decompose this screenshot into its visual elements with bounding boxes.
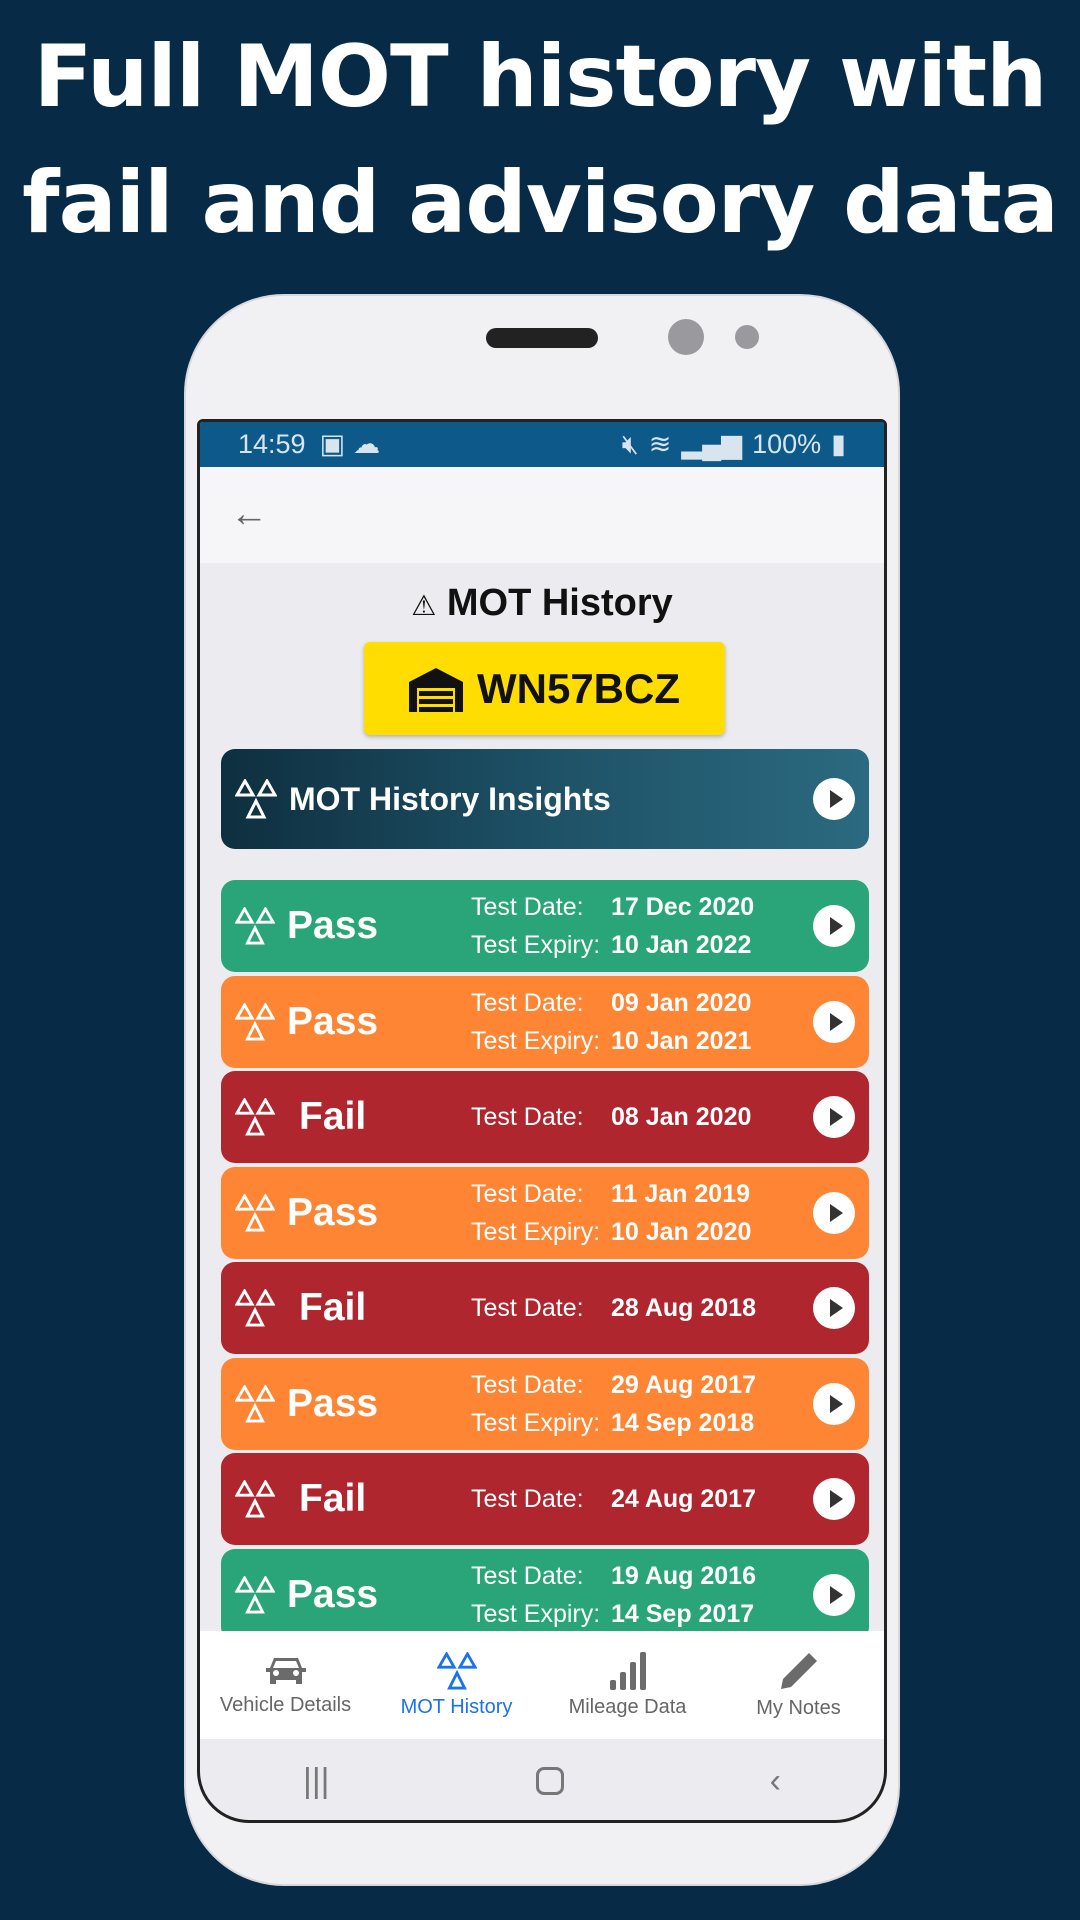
mot-triangles-icon	[235, 1575, 275, 1614]
mot-test-row[interactable]: Fail Test Date: 08 Jan 2020	[221, 1071, 869, 1163]
pencil-icon	[780, 1652, 817, 1689]
mot-triangles-icon	[235, 907, 275, 945]
test-date: 19 Aug 2016	[611, 1561, 756, 1590]
back-arrow-icon[interactable]: ←	[230, 493, 268, 536]
nav-mileage-data[interactable]: Mileage Data	[542, 1631, 713, 1739]
mot-triangles-icon	[235, 1384, 275, 1423]
system-back-icon[interactable]: ‹	[770, 1762, 781, 1801]
mot-triangles-icon	[235, 1098, 275, 1136]
headline-line-1: Full MOT history with	[33, 27, 1048, 127]
mute-icon: 🔇︎	[621, 428, 639, 459]
headline-line-2: fail and advisory data	[22, 153, 1059, 253]
test-result: Pass	[287, 1381, 379, 1425]
chevron-right-icon	[813, 1191, 855, 1234]
app-bar: ←	[200, 467, 884, 563]
app-screen: 14:59 ▣ ☁ 🔇︎ ≋ ▂▄▆ 100% ▮ ← ⚠ MOT History WN…	[197, 419, 887, 1823]
bottom-navigation: Vehicle Details MOT History Mileage Data…	[200, 1631, 884, 1739]
test-date: 11 Jan 2019	[611, 1179, 751, 1208]
test-date: 29 Aug 2017	[611, 1370, 756, 1399]
status-bar: 14:59 ▣ ☁ 🔇︎ ≋ ▂▄▆ 100% ▮	[200, 422, 884, 467]
test-result: Fail	[299, 1477, 367, 1520]
chevron-right-icon	[813, 1573, 855, 1616]
battery-level: 100%	[752, 429, 822, 459]
mot-test-row[interactable]: Pass Test Date: 09 Jan 2020 Test Expiry: 10 …	[221, 975, 869, 1068]
phone-speaker	[486, 328, 598, 348]
test-date: 08 Jan 2020	[611, 1103, 752, 1131]
test-result: Pass	[287, 1572, 379, 1616]
test-date: 17 Dec 2020	[611, 893, 755, 921]
mot-triangles-icon	[235, 1002, 275, 1041]
mot-triangles-icon: ⚠	[411, 590, 437, 621]
test-date: 28 Aug 2018	[611, 1294, 756, 1322]
chevron-right-icon	[813, 1478, 855, 1520]
nav-my-notes[interactable]: My Notes	[713, 1631, 884, 1739]
image-icon: ▣	[319, 429, 346, 459]
chevron-right-icon	[813, 1000, 855, 1043]
cloud-icon: ☁	[353, 429, 381, 459]
chevron-right-icon	[813, 1096, 855, 1138]
test-dates: Test Date: 29 Aug 2017 Test Expiry: 14 Sep …	[471, 1366, 756, 1442]
battery-icon: ▮	[831, 429, 846, 459]
mot-history-insights-button[interactable]: MOT History Insights	[221, 749, 869, 849]
test-dates: Test Date: 28 Aug 2018	[471, 1289, 756, 1327]
mot-triangles-icon	[235, 1480, 275, 1518]
test-dates: Test Date: 08 Jan 2020	[471, 1098, 751, 1136]
page-title: ⚠ MOT History	[411, 582, 673, 624]
test-dates: Test Date: 09 Jan 2020 Test Expiry: 10 Jan …	[471, 984, 751, 1060]
recent-apps-icon[interactable]: |||	[303, 1762, 330, 1801]
nav-vehicle-details[interactable]: Vehicle Details	[200, 1631, 371, 1739]
test-expiry: 10 Jan 2020	[611, 1217, 752, 1246]
mot-test-row[interactable]: Pass Test Date: 19 Aug 2016 Test Expiry: 14 …	[221, 1548, 869, 1632]
headline: Full MOT history with fail and advisory d…	[0, 14, 1080, 266]
mot-test-list[interactable]: Pass Test Date: 17 Dec 2020 Test Expiry: 10 …	[221, 880, 869, 1631]
test-result: Pass	[287, 999, 379, 1043]
test-result: Fail	[299, 1286, 367, 1329]
chevron-right-icon	[813, 905, 855, 947]
mot-test-row[interactable]: Fail Test Date: 28 Aug 2018	[221, 1262, 869, 1354]
mot-test-row[interactable]: Pass Test Date: 17 Dec 2020 Test Expiry: 10 …	[221, 880, 869, 972]
chevron-right-icon	[813, 1287, 855, 1329]
mot-test-row[interactable]: Pass Test Date: 11 Jan 2019 Test Expiry: 10 …	[221, 1166, 869, 1259]
bar-signal-icon	[609, 1651, 646, 1690]
garage-icon	[408, 667, 463, 712]
test-dates: Test Date: 17 Dec 2020 Test Expiry: 10 Jan …	[471, 888, 754, 964]
mot-triangles-icon	[235, 1289, 275, 1327]
test-result: Pass	[287, 1190, 379, 1234]
test-expiry: 10 Jan 2021	[611, 1026, 752, 1055]
test-dates: Test Date: 24 Aug 2017	[471, 1480, 756, 1518]
phone-sensor	[735, 325, 759, 349]
test-result: Pass	[287, 904, 379, 947]
home-icon[interactable]	[535, 1767, 564, 1795]
test-expiry: 14 Sep 2017	[611, 1599, 755, 1628]
signal-icon: ▂▄▆	[681, 429, 743, 459]
test-dates: Test Date: 11 Jan 2019 Test Expiry: 10 Jan …	[471, 1175, 751, 1251]
mot-triangles-icon	[235, 1193, 275, 1232]
test-result: Fail	[299, 1095, 367, 1138]
wifi-icon: ≋	[648, 429, 672, 459]
test-dates: Test Date: 19 Aug 2016 Test Expiry: 14 Sep …	[471, 1557, 756, 1632]
mot-triangles-icon	[436, 1651, 477, 1690]
chevron-right-icon	[813, 1382, 855, 1425]
phone-camera	[668, 319, 704, 355]
test-date: 09 Jan 2020	[611, 988, 752, 1017]
status-time: 14:59	[238, 429, 306, 459]
registration-plate: WN57BCZ	[364, 642, 725, 735]
system-navigation-bar: ||| ‹	[200, 1739, 884, 1820]
chevron-right-icon	[813, 778, 855, 820]
mot-test-row[interactable]: Fail Test Date: 24 Aug 2017	[221, 1453, 869, 1545]
nav-mot-history[interactable]: MOT History	[371, 1631, 542, 1739]
car-icon	[265, 1657, 306, 1684]
test-date: 24 Aug 2017	[611, 1485, 756, 1513]
test-expiry: 14 Sep 2018	[611, 1408, 755, 1437]
test-expiry: 10 Jan 2022	[611, 931, 752, 959]
mot-triangles-icon	[235, 779, 277, 819]
mot-test-row[interactable]: Pass Test Date: 29 Aug 2017 Test Expiry: 14 …	[221, 1357, 869, 1450]
